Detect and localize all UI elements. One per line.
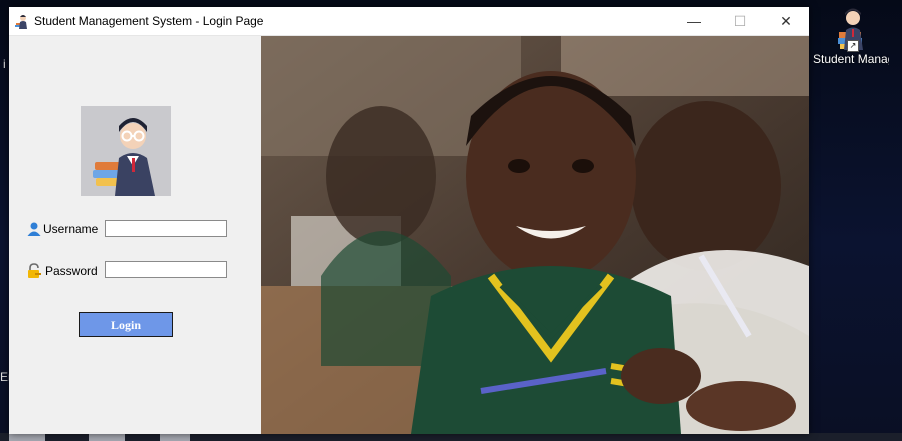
username-label: Username [43, 222, 99, 236]
taskbar-item[interactable] [9, 434, 45, 441]
login-button[interactable]: Login [79, 312, 173, 337]
username-row: Username [26, 220, 116, 240]
desktop-shortcut-label: Student Manageme... [813, 52, 889, 66]
teacher-avatar-image [81, 106, 171, 196]
login-form-panel: Username Password Login [9, 36, 261, 434]
user-icon [26, 221, 42, 237]
desktop-shortcut-student-management[interactable]: ↗ Student Manageme... [813, 6, 889, 92]
window-title: Student Management System - Login Page [34, 14, 264, 28]
close-button[interactable]: ✕ [763, 7, 809, 35]
username-input[interactable] [105, 220, 227, 237]
student-teacher-icon: ↗ [833, 6, 869, 52]
shortcut-arrow-icon: ↗ [847, 40, 859, 52]
lock-key-icon [26, 263, 42, 279]
taskbar-item[interactable] [89, 434, 125, 441]
password-input[interactable] [105, 261, 227, 278]
password-row: Password [26, 262, 116, 282]
desktop-text-fragment: i [3, 57, 6, 71]
password-label: Password [45, 264, 98, 278]
title-bar[interactable]: Student Management System - Login Page —… [9, 7, 809, 36]
taskbar [0, 433, 902, 441]
taskbar-item[interactable] [160, 434, 190, 441]
maximize-button[interactable]: ☐ [717, 7, 763, 35]
classroom-photo [261, 36, 809, 434]
app-icon [14, 13, 30, 29]
login-window: Student Management System - Login Page —… [9, 7, 809, 434]
minimize-button[interactable]: — [671, 7, 717, 35]
